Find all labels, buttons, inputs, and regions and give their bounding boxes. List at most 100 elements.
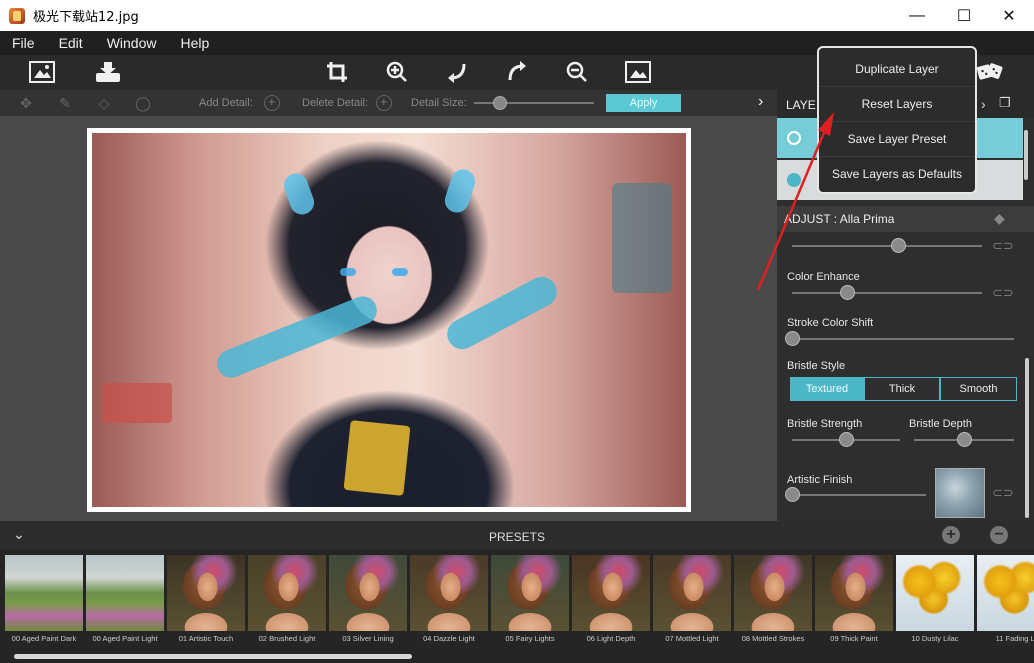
delete-detail-target-icon[interactable] xyxy=(376,94,392,111)
stroke-color-shift-label: Stroke Color Shift xyxy=(787,317,874,329)
preset-item[interactable]: 08 Mottled Strokes xyxy=(734,555,812,655)
preset-caption: 10 Dusty Lilac xyxy=(911,634,959,643)
preset-item[interactable]: 05 Fairy Lights xyxy=(491,555,569,655)
preset-thumbnail xyxy=(734,555,812,631)
color-enhance-slider[interactable] xyxy=(840,285,856,300)
link-icon[interactable]: ⊂⊃ xyxy=(992,238,1014,254)
add-preset-button[interactable]: + xyxy=(942,526,960,544)
remove-preset-button[interactable]: − xyxy=(990,526,1008,544)
redo-icon[interactable] xyxy=(503,59,531,85)
painting-image xyxy=(87,128,691,512)
presets-header: ⌄ PRESETS + − xyxy=(0,521,1034,550)
preset-thumbnail xyxy=(977,555,1034,631)
menu-reset-layers[interactable]: Reset Layers xyxy=(819,87,975,122)
preset-caption: 07 Mottled Light xyxy=(665,634,719,643)
preview-icon[interactable] xyxy=(624,59,652,85)
window-title: 极光下载站12.jpg xyxy=(33,10,139,25)
add-detail-target-icon[interactable] xyxy=(264,94,280,111)
preset-thumbnail xyxy=(410,555,488,631)
preset-item[interactable]: 06 Light Depth xyxy=(572,555,650,655)
preset-thumbnail xyxy=(572,555,650,631)
preset-item[interactable]: 09 Thick Paint xyxy=(815,555,893,655)
randomize-icon[interactable] xyxy=(976,59,1004,85)
preset-thumbnail xyxy=(815,555,893,631)
chevron-right-icon[interactable]: › xyxy=(758,93,763,111)
presets-strip: 00 Aged Paint Dark 00 Aged Paint Light 01 … xyxy=(0,550,1034,663)
preset-caption: 01 Artistic Touch xyxy=(178,634,234,643)
menu-help[interactable]: Help xyxy=(168,35,221,51)
artistic-finish-slider[interactable] xyxy=(785,487,800,502)
preset-item[interactable]: 04 Dazzle Light xyxy=(410,555,488,655)
preset-item[interactable]: 07 Mottled Light xyxy=(653,555,731,655)
save-icon[interactable] xyxy=(94,59,122,85)
eraser-icon[interactable]: ◇ xyxy=(94,94,114,112)
maximize-button[interactable]: ☐ xyxy=(941,0,987,31)
preset-thumbnail xyxy=(896,555,974,631)
zoom-in-icon[interactable] xyxy=(383,59,411,85)
detail-size-track[interactable] xyxy=(474,102,594,104)
detail-size-label: Detail Size: xyxy=(411,97,467,109)
crop-icon[interactable] xyxy=(323,59,351,85)
close-button[interactable]: ✕ xyxy=(986,0,1032,31)
preset-item[interactable]: 02 Brushed Light xyxy=(248,555,326,655)
preset-thumbnail xyxy=(248,555,326,631)
artistic-finish-label: Artistic Finish xyxy=(787,474,853,486)
chevron-down-icon[interactable]: ⌄ xyxy=(13,526,25,543)
delete-detail-label: Delete Detail: xyxy=(302,97,369,109)
image-canvas[interactable] xyxy=(0,116,777,521)
bristle-style-smooth[interactable]: Smooth xyxy=(940,377,1017,401)
preset-thumbnail xyxy=(491,555,569,631)
link-icon[interactable]: ⊂⊃ xyxy=(992,285,1014,301)
menu-save-layers-as-defaults[interactable]: Save Layers as Defaults xyxy=(819,157,975,192)
artistic-finish-track[interactable] xyxy=(792,494,926,496)
apply-button[interactable]: Apply xyxy=(606,94,681,112)
preset-caption: 09 Thick Paint xyxy=(830,634,878,643)
annotation-arrow xyxy=(756,112,834,291)
preset-item[interactable]: 00 Aged Paint Dark xyxy=(5,555,83,655)
bristle-strength-slider[interactable] xyxy=(839,432,854,447)
link-icon[interactable]: ⊂⊃ xyxy=(992,485,1014,501)
chevron-right-icon[interactable]: › xyxy=(981,96,986,112)
menu-edit[interactable]: Edit xyxy=(47,35,95,51)
move-icon[interactable]: ✥ xyxy=(16,94,36,112)
preset-caption: 00 Aged Paint Dark xyxy=(11,634,77,643)
preset-caption: 11 Fading Li xyxy=(995,634,1034,643)
preset-item[interactable]: 01 Artistic Touch xyxy=(167,555,245,655)
lasso-icon[interactable]: ◯ xyxy=(133,94,153,112)
preset-thumbnail xyxy=(167,555,245,631)
copy-layers-icon[interactable]: ❐ xyxy=(999,95,1011,111)
stroke-color-shift-slider[interactable] xyxy=(785,331,800,346)
presets-scrollbar[interactable] xyxy=(14,654,412,659)
preset-thumbnail xyxy=(86,555,164,631)
preset-item[interactable]: 10 Dusty Lilac xyxy=(896,555,974,655)
preset-item[interactable]: 11 Fading Li xyxy=(977,555,1034,655)
top-slider[interactable] xyxy=(891,238,907,253)
undo-icon[interactable] xyxy=(443,59,471,85)
layers-context-menu: Duplicate Layer Reset Layers Save Layer … xyxy=(817,46,977,194)
brush-icon[interactable]: ✎ xyxy=(55,94,75,112)
adjust-scrollbar[interactable] xyxy=(1025,358,1029,518)
preset-caption: 08 Mottled Strokes xyxy=(741,634,805,643)
preset-thumbnail xyxy=(653,555,731,631)
menu-duplicate-layer[interactable]: Duplicate Layer xyxy=(819,52,975,87)
bristle-strength-label: Bristle Strength xyxy=(787,418,863,430)
preset-caption: 02 Brushed Light xyxy=(258,634,316,643)
artistic-finish-texture-thumbnail[interactable] xyxy=(935,468,985,518)
bristle-style-textured[interactable]: Textured xyxy=(790,377,864,401)
stroke-color-shift-track[interactable] xyxy=(792,338,1014,340)
detail-size-slider[interactable] xyxy=(493,96,508,110)
preset-item[interactable]: 00 Aged Paint Light xyxy=(86,555,164,655)
menu-window[interactable]: Window xyxy=(95,35,169,51)
detail-bar: ✥ ✎ ◇ ◯ Add Detail: Delete Detail: Detai… xyxy=(0,90,777,116)
open-image-icon[interactable] xyxy=(28,59,56,85)
preset-caption: 04 Dazzle Light xyxy=(423,634,475,643)
minimize-button[interactable]: — xyxy=(894,0,940,31)
zoom-out-icon[interactable] xyxy=(563,59,591,85)
preset-item[interactable]: 03 Silver Lining xyxy=(329,555,407,655)
bristle-depth-slider[interactable] xyxy=(957,432,972,447)
menu-file[interactable]: File xyxy=(0,35,47,51)
randomize-small-icon[interactable]: ◆ xyxy=(994,210,1005,227)
bristle-style-thick[interactable]: Thick xyxy=(864,377,940,401)
menu-save-layer-preset[interactable]: Save Layer Preset xyxy=(819,122,975,157)
layers-scrollbar[interactable] xyxy=(1024,130,1028,180)
